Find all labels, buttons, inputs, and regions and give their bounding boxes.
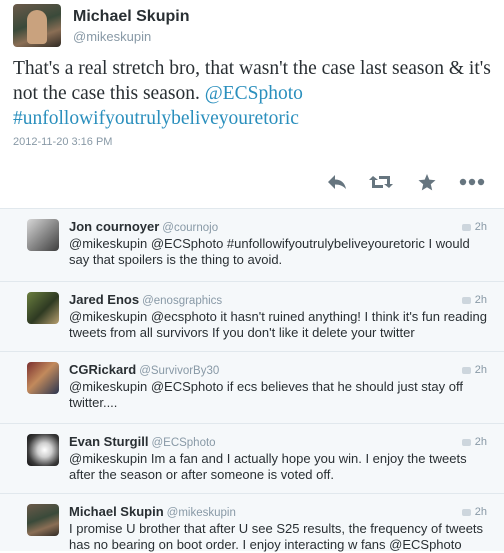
replies-list: Jon cournoyer @cournojo 2h @mikeskupin @E… [0, 208, 504, 552]
avatar[interactable] [27, 434, 59, 466]
reply-author-handle[interactable]: @enosgraphics [142, 295, 222, 307]
tweet-actions [0, 172, 504, 192]
conversation-icon [461, 366, 471, 374]
conversation-icon [461, 438, 471, 446]
conversation-icon [461, 296, 471, 304]
reply-author-name[interactable]: Michael Skupin [69, 504, 164, 519]
retweet-icon[interactable] [368, 172, 394, 192]
reply-text: @mikeskupin @ECSphoto if ecs believes th… [69, 379, 463, 410]
reply-time-text: 2h [474, 294, 487, 306]
reply-header: Evan Sturgill @ECSphoto [69, 434, 216, 449]
reply-item[interactable]: Evan Sturgill @ECSphoto 2h @mikeskupin Im… [0, 424, 504, 494]
reply-item[interactable]: Jon cournoyer @cournojo 2h @mikeskupin @E… [0, 209, 504, 282]
reply-time: 2h [461, 436, 487, 448]
avatar[interactable] [27, 292, 59, 324]
reply-text: I promise U brother that after U see S25… [69, 521, 484, 552]
reply-item[interactable]: Jared Enos @enosgraphics 2h @mikeskupin @… [0, 282, 504, 352]
author-name[interactable]: Michael Skupin [73, 8, 189, 26]
star-icon[interactable] [417, 172, 437, 192]
tweet-timestamp[interactable]: 2012-11-20 3:16 PM [13, 136, 112, 148]
conversation-icon [461, 508, 471, 516]
reply-text: @mikeskupin Im a fan and I actually hope… [69, 451, 467, 482]
reply-time-text: 2h [474, 436, 487, 448]
reply-header: Michael Skupin @mikeskupin [69, 504, 236, 519]
reply-author-handle[interactable]: @mikeskupin [167, 507, 236, 519]
reply-time: 2h [461, 294, 487, 306]
conversation-icon [461, 223, 471, 231]
reply-text: @mikeskupin @ecsphoto it hasn't ruined a… [69, 309, 487, 340]
reply-time-text: 2h [474, 364, 487, 376]
reply-author-handle[interactable]: @ECSphoto [151, 437, 215, 449]
mention-link[interactable]: @ECSphoto [205, 83, 303, 104]
reply-time-text: 2h [474, 506, 487, 518]
reply-arrow-icon[interactable] [326, 172, 348, 192]
reply-author-name[interactable]: CGRickard [69, 362, 136, 377]
reply-time: 2h [461, 506, 487, 518]
reply-text: @mikeskupin @ECSphoto #unfollowifyoutrul… [69, 236, 470, 267]
main-tweet: Michael Skupin @mikeskupin That's a real… [0, 0, 504, 208]
hashtag-link[interactable]: #unfollowifyoutrulybeliveyouretoric [13, 108, 299, 129]
reply-item[interactable]: CGRickard @SurvivorBy30 2h @mikeskupin @E… [0, 352, 504, 424]
reply-author-name[interactable]: Jared Enos [69, 292, 139, 307]
reply-time-text: 2h [474, 221, 487, 233]
more-dots-icon[interactable] [458, 172, 486, 192]
avatar[interactable] [27, 362, 59, 394]
reply-time: 2h [461, 364, 487, 376]
tweet-text: That's a real stretch bro, that wasn't t… [13, 56, 493, 131]
avatar[interactable] [27, 504, 59, 536]
reply-time: 2h [461, 221, 487, 233]
author-avatar[interactable] [13, 4, 61, 47]
reply-header: Jon cournoyer @cournojo [69, 219, 218, 234]
reply-author-handle[interactable]: @SurvivorBy30 [139, 365, 219, 377]
avatar[interactable] [27, 219, 59, 251]
author-handle[interactable]: @mikeskupin [73, 29, 151, 44]
reply-author-name[interactable]: Evan Sturgill [69, 434, 148, 449]
reply-header: CGRickard @SurvivorBy30 [69, 362, 219, 377]
reply-author-name[interactable]: Jon cournoyer [69, 219, 159, 234]
reply-author-handle[interactable]: @cournojo [162, 222, 218, 234]
reply-item[interactable]: Michael Skupin @mikeskupin 2h I promise U… [0, 494, 504, 552]
reply-header: Jared Enos @enosgraphics [69, 292, 222, 307]
